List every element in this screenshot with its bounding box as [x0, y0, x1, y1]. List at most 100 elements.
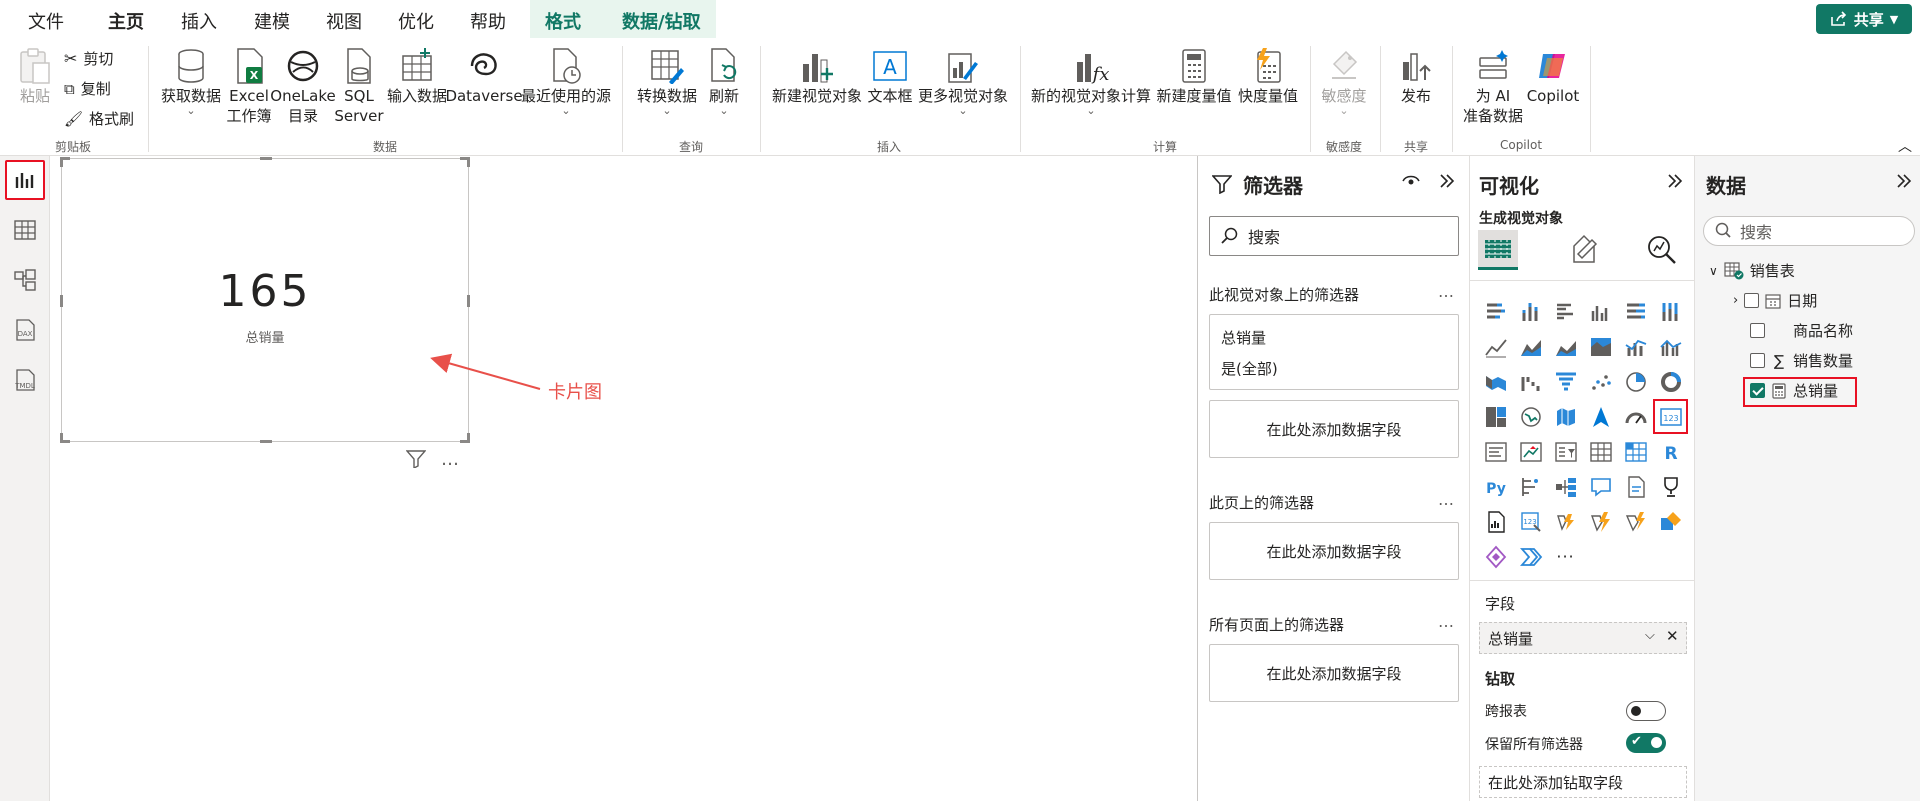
- tab-insert[interactable]: 插入: [181, 8, 217, 34]
- format-visual-tab[interactable]: [1568, 232, 1600, 270]
- share-button[interactable]: 共享 ▼: [1816, 4, 1912, 34]
- collapse-pane-icon[interactable]: [1895, 172, 1913, 190]
- remove-field-icon[interactable]: ✕: [1666, 627, 1679, 645]
- field-checkbox[interactable]: [1744, 293, 1760, 308]
- sensitivity-button[interactable]: 敏感度 ⌄: [1318, 46, 1370, 116]
- resize-handle[interactable]: [60, 433, 63, 443]
- smart-narrative-icon[interactable]: [1618, 469, 1653, 504]
- pie-chart-icon[interactable]: [1618, 364, 1653, 399]
- table-visual-icon[interactable]: [1583, 434, 1618, 469]
- gauge-icon[interactable]: [1618, 399, 1653, 434]
- multi-row-card-icon[interactable]: [1478, 434, 1513, 469]
- paste-button[interactable]: 粘贴: [12, 46, 58, 106]
- filters-on-page-more[interactable]: …: [1438, 490, 1454, 509]
- clustered-column-chart-icon[interactable]: [1583, 294, 1618, 329]
- recent-sources-button[interactable]: 最近使用的源 ⌄: [520, 46, 612, 116]
- scatter-chart-icon[interactable]: [1583, 364, 1618, 399]
- stacked-bar-chart-icon[interactable]: [1478, 294, 1513, 329]
- 100-stacked-area-chart-icon[interactable]: [1583, 329, 1618, 364]
- filter-card-total-sales[interactable]: 总销量 是(全部): [1209, 314, 1459, 390]
- add-visual-filter-field[interactable]: 在此处添加数据字段: [1209, 400, 1459, 458]
- tab-help[interactable]: 帮助: [470, 8, 506, 34]
- resize-handle[interactable]: [260, 440, 272, 443]
- chevron-down-icon[interactable]: ⌵: [1645, 628, 1655, 643]
- excel-workbook-button[interactable]: X Excel 工作簿: [224, 46, 274, 126]
- stacked-area-chart-icon[interactable]: [1548, 329, 1583, 364]
- onelake-catalog-button[interactable]: OneLake 目录: [270, 46, 336, 126]
- matrix-icon[interactable]: [1618, 434, 1653, 469]
- visual-filter-icon[interactable]: [405, 450, 427, 472]
- more-visuals-button[interactable]: 更多视觉对象 ⌄: [916, 46, 1010, 116]
- sql-server-button[interactable]: SQL Server: [334, 46, 384, 126]
- card-visual[interactable]: 165 总销量: [60, 157, 470, 443]
- new-visual-calculation-button[interactable]: fx 新的视觉对象计算 ⌄: [1030, 46, 1152, 116]
- quick-measure-button[interactable]: 快度量值: [1236, 46, 1300, 106]
- donut-chart-icon[interactable]: [1653, 364, 1688, 399]
- resize-handle[interactable]: [260, 157, 272, 160]
- report-view-button[interactable]: [5, 160, 45, 200]
- tab-view[interactable]: 视图: [326, 8, 362, 34]
- narrative-flow-icon[interactable]: [1513, 539, 1548, 574]
- new-measure-button[interactable]: 新建度量值: [1154, 46, 1234, 106]
- map-icon[interactable]: [1513, 399, 1548, 434]
- card-visual-icon[interactable]: 123: [1653, 399, 1688, 434]
- tab-modeling[interactable]: 建模: [254, 8, 290, 34]
- ribbon-chart-icon[interactable]: [1478, 364, 1513, 399]
- analytics-tab[interactable]: [1646, 234, 1678, 270]
- visual-more-options[interactable]: …: [441, 449, 460, 470]
- cut-button[interactable]: ✂ 剪切: [64, 48, 113, 69]
- field-row-date[interactable]: › 日期: [1733, 290, 1817, 311]
- refresh-button[interactable]: 刷新 ⌄: [704, 46, 744, 116]
- python-visual-icon[interactable]: Py: [1478, 469, 1513, 504]
- dax-query-view-button[interactable]: DAX: [5, 310, 45, 350]
- stacked-column-chart-icon[interactable]: [1513, 294, 1548, 329]
- tab-file[interactable]: 文件: [28, 8, 64, 34]
- data-search-input[interactable]: 搜索: [1703, 216, 1915, 246]
- custom-visual-icon[interactable]: [1653, 504, 1688, 539]
- tmdl-view-button[interactable]: TMDL: [5, 360, 45, 400]
- power-apps-card-icon[interactable]: 123: [1513, 504, 1548, 539]
- chevron-down-icon[interactable]: ∨: [1709, 264, 1718, 278]
- field-well-value[interactable]: 总销量 ⌵ ✕: [1479, 622, 1687, 654]
- get-data-button[interactable]: 获取数据 ⌄: [158, 46, 224, 116]
- key-influencers-icon[interactable]: [1513, 469, 1548, 504]
- filters-on-visual-more[interactable]: …: [1438, 282, 1454, 301]
- more-visuals-icon[interactable]: ···: [1548, 539, 1583, 574]
- copilot-button[interactable]: Copilot: [1526, 46, 1580, 106]
- r-script-visual-icon[interactable]: R: [1653, 434, 1688, 469]
- new-visual-button[interactable]: 新建视觉对象: [770, 46, 864, 106]
- text-box-button[interactable]: A 文本框: [866, 46, 914, 106]
- resize-handle[interactable]: [467, 295, 470, 307]
- tab-optimize[interactable]: 优化: [398, 8, 434, 34]
- slicer-icon[interactable]: [1548, 434, 1583, 469]
- resize-handle[interactable]: [60, 295, 63, 307]
- funnel-chart-icon[interactable]: [1548, 364, 1583, 399]
- area-chart-icon[interactable]: [1513, 329, 1548, 364]
- table-sales[interactable]: ∨ 销售表: [1709, 260, 1795, 281]
- add-drill-field[interactable]: 在此处添加钻取字段: [1479, 766, 1687, 798]
- line-clustered-column-chart-icon[interactable]: [1653, 329, 1688, 364]
- lightning-visual-icon[interactable]: [1583, 504, 1618, 539]
- eye-icon[interactable]: [1402, 174, 1420, 188]
- decomposition-tree-icon[interactable]: [1548, 469, 1583, 504]
- line-chart-icon[interactable]: [1478, 329, 1513, 364]
- resize-handle[interactable]: [60, 157, 63, 167]
- tab-home[interactable]: 主页: [108, 8, 144, 42]
- field-checkbox[interactable]: [1750, 353, 1765, 368]
- filters-on-all-pages-more[interactable]: …: [1438, 612, 1454, 631]
- copy-button[interactable]: ⧉ 复制: [64, 78, 111, 99]
- 100-stacked-column-chart-icon[interactable]: [1653, 294, 1688, 329]
- shape-map-icon[interactable]: [1618, 504, 1653, 539]
- line-stacked-column-chart-icon[interactable]: [1618, 329, 1653, 364]
- kpi-icon[interactable]: [1513, 434, 1548, 469]
- table-view-button[interactable]: [5, 210, 45, 250]
- publish-button[interactable]: 发布: [1390, 46, 1442, 106]
- resize-handle[interactable]: [467, 157, 470, 167]
- add-page-filter-field[interactable]: 在此处添加数据字段: [1209, 522, 1459, 580]
- collapse-pane-icon[interactable]: [1438, 172, 1456, 190]
- cross-report-toggle[interactable]: [1626, 701, 1666, 721]
- paginated-report-icon[interactable]: [1478, 504, 1513, 539]
- prep-data-for-ai-button[interactable]: 为 AI 准备数据: [1460, 46, 1526, 126]
- build-visual-tab[interactable]: [1478, 230, 1518, 270]
- azure-map-icon[interactable]: [1583, 399, 1618, 434]
